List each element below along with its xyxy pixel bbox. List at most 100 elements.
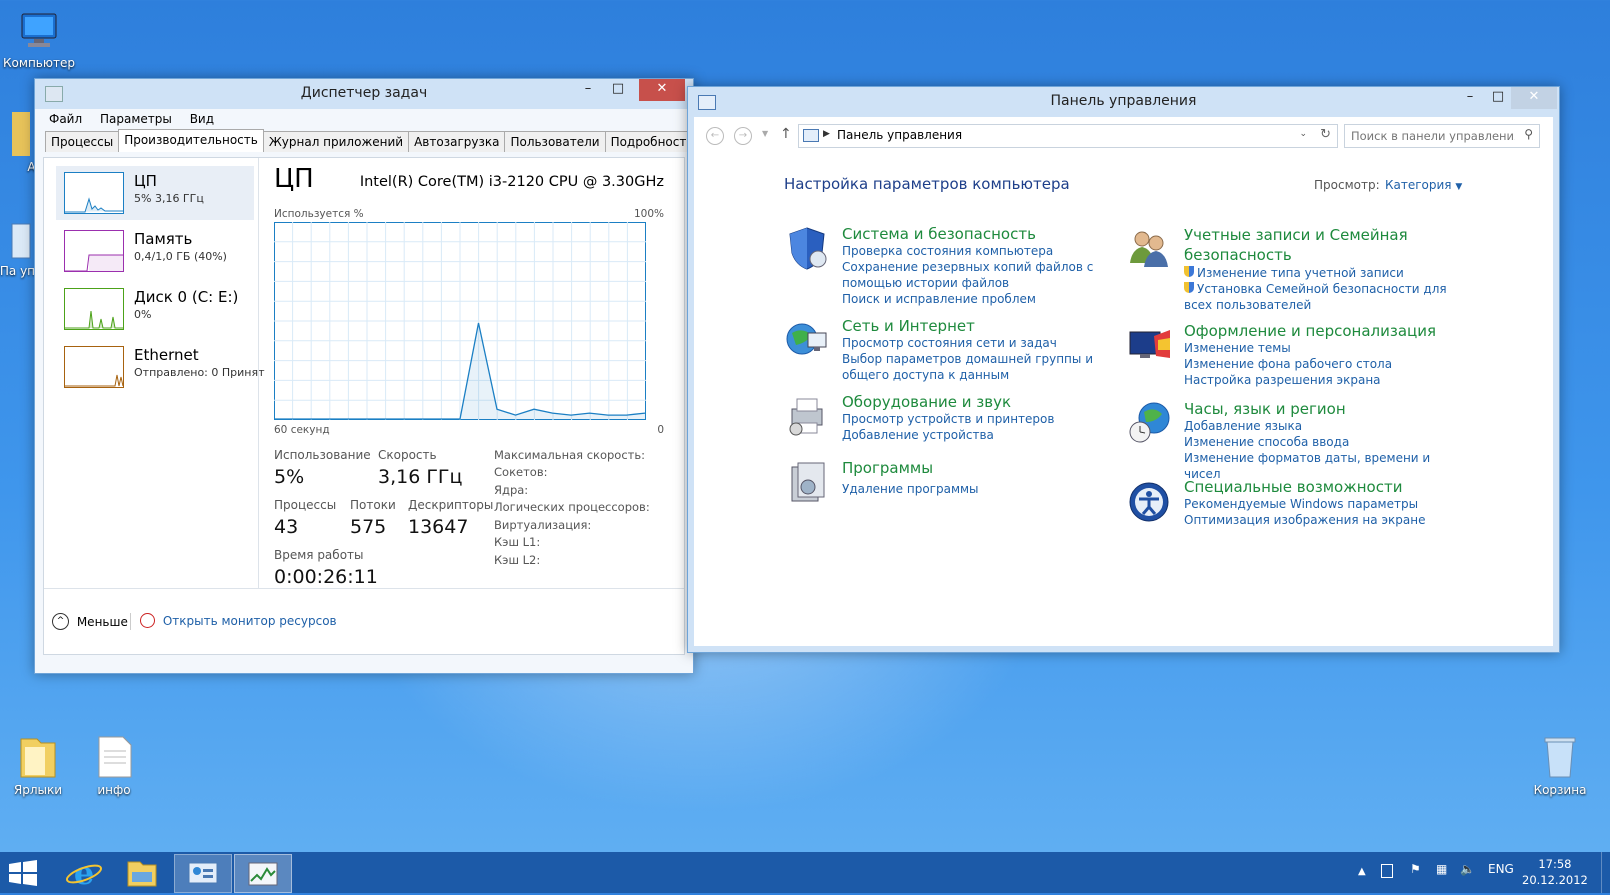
maximize-button[interactable]: □ bbox=[1483, 87, 1513, 109]
category-title[interactable]: Специальные возможности bbox=[1184, 478, 1456, 496]
tab-performance[interactable]: Производительность bbox=[118, 129, 264, 152]
address-bar[interactable]: ▶ Панель управления ⌄ ↻ bbox=[798, 124, 1338, 148]
show-hidden-icons-icon[interactable]: ▲ bbox=[1358, 866, 1366, 877]
close-button[interactable]: ✕ bbox=[639, 79, 685, 101]
tab-details[interactable]: Подробности bbox=[604, 131, 701, 152]
sidebar-item-memory[interactable]: Память 0,4/1,0 ГБ (40%) bbox=[56, 224, 254, 278]
category-title[interactable]: Оформление и персонализация bbox=[1184, 322, 1456, 340]
category-link[interactable]: Добавление языка bbox=[1184, 418, 1466, 434]
category-system-security: Система и безопасность Проверка состояни… bbox=[784, 225, 1114, 307]
category-link[interactable]: Выбор параметров домашней группы и общег… bbox=[842, 351, 1114, 383]
processes-value: 43 bbox=[274, 516, 299, 538]
fewer-details-button[interactable]: ^ Меньше bbox=[52, 613, 128, 630]
svg-text:e: e bbox=[74, 854, 94, 891]
search-box[interactable]: ⚲ bbox=[1344, 124, 1540, 148]
control-panel-titlebar[interactable]: Панель управления – □ ✕ bbox=[688, 87, 1559, 117]
clock-date: 20.12.2012 bbox=[1522, 873, 1588, 887]
forward-icon[interactable]: → bbox=[734, 127, 752, 145]
folder-icon bbox=[15, 733, 61, 781]
sidebar-item-cpu[interactable]: ЦП 5% 3,16 ГГц bbox=[56, 166, 254, 220]
threads-label: Потоки bbox=[350, 498, 396, 512]
category-link[interactable]: Просмотр состояния сети и задач bbox=[842, 335, 1114, 351]
sidebar-subtitle: 5% 3,16 ГГц bbox=[134, 192, 204, 205]
category-link[interactable]: Изменение типа учетной записи bbox=[1184, 265, 1456, 281]
desktop-icon-info[interactable]: инфо bbox=[76, 733, 152, 797]
volume-icon[interactable]: 🔈 bbox=[1460, 862, 1475, 876]
cpu-usage-graph bbox=[274, 222, 646, 420]
search-icon[interactable]: ⚲ bbox=[1524, 127, 1533, 141]
refresh-icon[interactable]: ↻ bbox=[1320, 127, 1331, 142]
address-dropdown-icon[interactable]: ⌄ bbox=[1299, 129, 1307, 139]
category-link[interactable]: Изменение способа ввода bbox=[1184, 434, 1466, 450]
graph-bottom-left: 60 секунд bbox=[274, 424, 330, 436]
close-button[interactable]: ✕ bbox=[1511, 87, 1557, 109]
taskbar-app-control-panel[interactable] bbox=[174, 854, 232, 893]
up-icon[interactable]: ↑ bbox=[780, 126, 792, 142]
desktop-icon-label: инфо bbox=[97, 783, 131, 797]
category-link[interactable]: Добавление устройства bbox=[842, 427, 1114, 443]
view-selector[interactable]: Категория ▼ bbox=[1385, 178, 1462, 192]
minimize-button[interactable]: – bbox=[573, 79, 603, 101]
graph-label-right: 100% bbox=[633, 208, 664, 220]
category-link[interactable]: Удаление программы bbox=[842, 481, 1114, 497]
open-resource-monitor-link[interactable]: Открыть монитор ресурсов bbox=[140, 613, 337, 628]
tab-app-history[interactable]: Журнал приложений bbox=[262, 131, 410, 152]
category-title[interactable]: Оборудование и звук bbox=[842, 393, 1114, 411]
sidebar-subtitle: 0,4/1,0 ГБ (40%) bbox=[134, 250, 227, 263]
network-icon[interactable]: ▦ bbox=[1436, 862, 1447, 876]
taskbar-app-file-explorer[interactable] bbox=[114, 854, 170, 891]
taskbar-app-task-manager[interactable] bbox=[234, 854, 292, 893]
category-link[interactable]: Установка Семейной безопасности для всех… bbox=[1184, 281, 1456, 313]
maximize-button[interactable]: □ bbox=[603, 79, 633, 101]
tab-users[interactable]: Пользователи bbox=[504, 131, 606, 152]
tab-startup[interactable]: Автозагрузка bbox=[408, 131, 506, 152]
taskbar-app-internet-explorer[interactable]: e bbox=[56, 854, 112, 892]
start-button[interactable] bbox=[8, 860, 38, 886]
breadcrumb[interactable]: Панель управления bbox=[837, 128, 962, 142]
desktop-icon-recycle-bin[interactable]: Корзина bbox=[1522, 733, 1598, 797]
category-link[interactable]: Поиск и исправление проблем bbox=[842, 291, 1114, 307]
sidebar-title: Диск 0 (C: E:) bbox=[134, 288, 239, 306]
show-desktop-button[interactable] bbox=[1601, 852, 1610, 893]
sidebar-item-ethernet[interactable]: Ethernet Отправлено: 0 Принят bbox=[56, 340, 265, 394]
task-manager-icon bbox=[248, 862, 278, 886]
display-paint-icon bbox=[1129, 330, 1170, 358]
search-input[interactable] bbox=[1349, 127, 1517, 145]
tab-processes[interactable]: Процессы bbox=[45, 131, 120, 152]
category-title[interactable]: Система и безопасность bbox=[842, 225, 1114, 243]
minimize-button[interactable]: – bbox=[1455, 87, 1485, 109]
language-indicator[interactable]: ENG bbox=[1488, 862, 1514, 876]
category-link[interactable]: Настройка разрешения экрана bbox=[1184, 372, 1456, 388]
window-title: Панель управления bbox=[1050, 93, 1197, 109]
category-link[interactable]: Рекомендуемые Windows параметры bbox=[1184, 496, 1456, 512]
clock[interactable]: 17:58 20.12.2012 bbox=[1522, 856, 1588, 888]
sidebar-item-disk[interactable]: Диск 0 (C: E:) 0% bbox=[56, 282, 254, 336]
control-panel-icon bbox=[0, 222, 32, 262]
task-manager-titlebar[interactable]: Диспетчер задач – □ ✕ bbox=[35, 79, 693, 109]
category-title[interactable]: Часы, язык и регион bbox=[1184, 400, 1466, 418]
category-link[interactable]: Просмотр устройств и принтеров bbox=[842, 411, 1114, 427]
sidebar-subtitle: Отправлено: 0 Принят bbox=[134, 366, 265, 379]
category-title[interactable]: Учетные записи и Семейная безопасность bbox=[1184, 225, 1424, 265]
back-icon[interactable]: ← bbox=[706, 127, 724, 145]
menu-view[interactable]: Вид bbox=[190, 112, 214, 126]
category-appearance: Оформление и персонализация Изменение те… bbox=[1126, 322, 1456, 388]
category-title[interactable]: Сеть и Интернет bbox=[842, 317, 1114, 335]
menu-options[interactable]: Параметры bbox=[100, 112, 172, 126]
category-programs: Программы Удаление программы bbox=[784, 459, 1114, 502]
category-link[interactable]: Сохранение резервных копий файлов с помо… bbox=[842, 259, 1114, 291]
category-title[interactable]: Программы bbox=[842, 459, 1114, 477]
tray-app-icon[interactable] bbox=[1381, 864, 1393, 878]
category-link[interactable]: Оптимизация изображения на экране bbox=[1184, 512, 1456, 528]
category-link[interactable]: Проверка состояния компьютера bbox=[842, 243, 1114, 259]
desktop-icon-computer[interactable]: Компьютер bbox=[1, 8, 77, 70]
category-network-internet: Сеть и Интернет Просмотр состояния сети … bbox=[784, 317, 1114, 383]
action-center-flag-icon[interactable]: ⚑ bbox=[1410, 862, 1421, 876]
desktop-icon-shortcuts[interactable]: Ярлыки bbox=[0, 733, 76, 797]
programs-box-icon bbox=[791, 462, 825, 502]
category-link[interactable]: Изменение фона рабочего стола bbox=[1184, 356, 1456, 372]
menu-file[interactable]: Файл bbox=[49, 112, 82, 126]
info-virtualization: Виртуализация: bbox=[494, 518, 592, 532]
history-dropdown-icon[interactable]: ▼ bbox=[762, 129, 768, 138]
category-link[interactable]: Изменение темы bbox=[1184, 340, 1456, 356]
